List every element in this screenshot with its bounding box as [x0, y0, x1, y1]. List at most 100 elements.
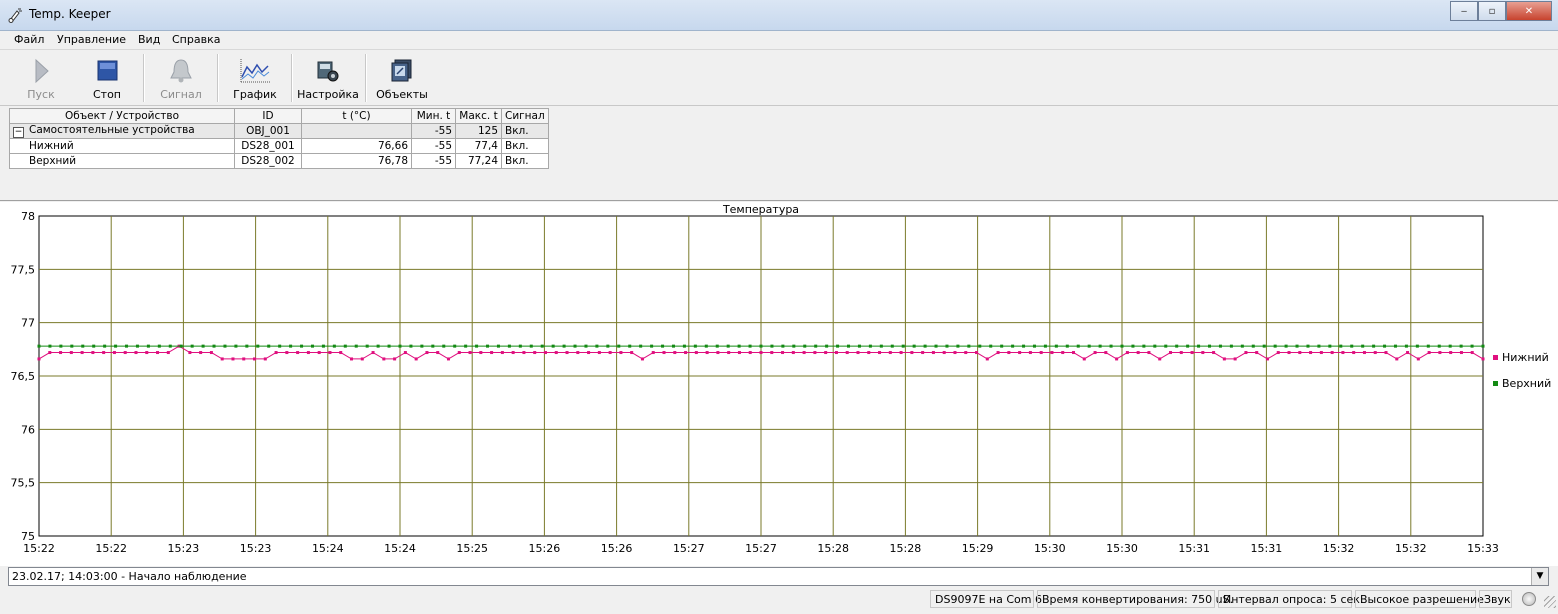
menu-help[interactable]: Справка	[172, 33, 220, 46]
data-point	[317, 351, 321, 355]
event-log-combobox[interactable]: 23.02.17; 14:03:00 - Начало наблюдение ▼	[8, 567, 1549, 586]
data-point	[803, 344, 807, 348]
objects-button[interactable]: Объекты	[373, 53, 431, 103]
data-point	[350, 357, 354, 361]
data-point	[103, 344, 107, 348]
table-row[interactable]: Верхний DS28_002 76,78 -55 77,24 Вкл.	[9, 153, 549, 169]
data-point	[727, 351, 731, 355]
menu-control[interactable]: Управление	[57, 33, 126, 46]
data-point	[989, 344, 993, 348]
data-point	[382, 357, 386, 361]
close-button[interactable]: ✕	[1506, 1, 1552, 21]
data-point	[1208, 344, 1212, 348]
data-point	[836, 344, 840, 348]
col-object[interactable]: Объект / Устройство	[9, 108, 235, 124]
col-signal[interactable]: Сигнал	[501, 108, 549, 124]
col-max[interactable]: Макс. t	[455, 108, 502, 124]
data-point	[134, 351, 138, 355]
data-point	[693, 344, 697, 348]
table-row[interactable]: Нижний DS28_001 76,66 -55 77,4 Вкл.	[9, 138, 549, 154]
data-point	[608, 351, 612, 355]
data-point	[673, 351, 677, 355]
data-point	[705, 351, 709, 355]
signal-button[interactable]: Сигнал	[151, 53, 211, 103]
status-sound[interactable]: Звук	[1479, 590, 1512, 608]
toolbar-separator	[143, 54, 145, 102]
data-point	[912, 344, 916, 348]
data-point	[630, 351, 634, 355]
start-button[interactable]: Пуск	[12, 53, 70, 103]
stop-button[interactable]: Стоп	[78, 53, 136, 103]
data-point	[945, 344, 949, 348]
data-point	[1298, 351, 1302, 355]
data-point	[1153, 344, 1157, 348]
data-point	[321, 344, 325, 348]
data-point	[123, 351, 127, 355]
data-point	[245, 344, 249, 348]
col-id[interactable]: ID	[234, 108, 302, 124]
table-group-row[interactable]: − Самостоятельные устройства OBJ_001 -55 …	[9, 123, 549, 139]
chevron-down-icon[interactable]: ▼	[1531, 568, 1548, 585]
data-point	[179, 344, 183, 348]
col-min[interactable]: Мин. t	[411, 108, 456, 124]
toolbar: Пуск Стоп Сигнал График Настройка Объект…	[0, 50, 1558, 106]
start-label: Пуск	[27, 88, 55, 101]
data-point	[1470, 351, 1474, 355]
data-point	[953, 351, 957, 355]
data-point	[354, 344, 358, 348]
title-bar: Temp. Keeper ‒ ▫ ✕	[0, 0, 1558, 31]
data-point	[1039, 351, 1043, 355]
maximize-icon: ▫	[1488, 5, 1496, 17]
data-point	[48, 351, 52, 355]
status-resolution: Высокое разрешение	[1355, 590, 1484, 608]
data-point	[726, 344, 730, 348]
data-point	[500, 351, 504, 355]
data-point	[59, 344, 63, 348]
x-tick-label: 15:31	[1251, 542, 1283, 555]
row-name: Верхний	[9, 153, 235, 169]
data-point	[1319, 351, 1323, 355]
data-point	[694, 351, 698, 355]
data-point	[1147, 351, 1151, 355]
data-point	[1273, 344, 1277, 348]
data-point	[878, 351, 882, 355]
row-id: DS28_002	[234, 153, 302, 169]
data-point	[1007, 351, 1011, 355]
data-point	[1306, 344, 1310, 348]
col-temp[interactable]: t (°C)	[301, 108, 412, 124]
data-point	[166, 351, 170, 355]
row-temp: 76,66	[301, 138, 412, 154]
status-port: DS9097E на Com 6	[930, 590, 1042, 608]
minimize-button[interactable]: ‒	[1450, 1, 1478, 21]
data-point	[1373, 351, 1377, 355]
menu-view[interactable]: Вид	[138, 33, 160, 46]
x-tick-label: 15:30	[1106, 542, 1138, 555]
data-point	[267, 344, 271, 348]
chart-icon	[240, 59, 270, 83]
data-point	[80, 351, 84, 355]
data-point	[125, 344, 129, 348]
data-point	[661, 344, 665, 348]
data-point	[662, 351, 666, 355]
data-point	[996, 351, 1000, 355]
data-point	[190, 344, 194, 348]
data-point	[431, 344, 435, 348]
data-point	[956, 344, 960, 348]
temperature-chart[interactable]: Температура7575,57676,57777,57815:22 15:2…	[0, 202, 1558, 566]
data-point	[1438, 351, 1442, 355]
collapse-icon[interactable]: −	[13, 127, 24, 138]
resize-grip-icon[interactable]	[1544, 596, 1556, 608]
data-point	[671, 344, 675, 348]
maximize-button[interactable]: ▫	[1478, 1, 1506, 21]
data-point	[453, 344, 457, 348]
data-point	[102, 351, 106, 355]
chart-title: Температура	[722, 203, 799, 216]
graph-button[interactable]: График	[225, 53, 285, 103]
data-point	[1395, 357, 1399, 361]
data-point	[1262, 344, 1266, 348]
settings-button[interactable]: Настройка	[295, 53, 361, 103]
menu-file[interactable]: Файл	[14, 33, 44, 46]
data-point	[814, 344, 818, 348]
x-tick-label: 15:28	[890, 542, 922, 555]
data-point	[781, 351, 785, 355]
